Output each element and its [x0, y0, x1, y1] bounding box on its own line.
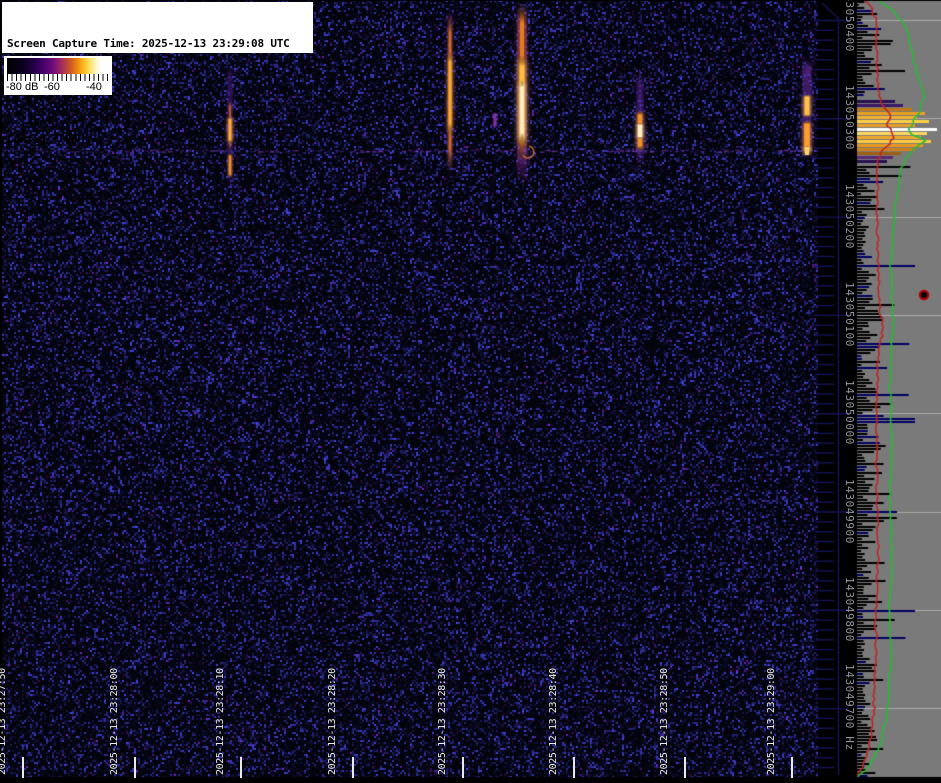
time-axis-tick [462, 757, 464, 778]
freq-axis-label: 143050400 [843, 0, 856, 53]
time-axis-label: 2025-12-13 23:27:50 [0, 668, 8, 775]
db-scale-labels: -80 dB -60 -40 [6, 81, 109, 94]
time-axis-label: 2025-12-13 23:28:50 [659, 668, 670, 775]
time-axis-tick [573, 757, 575, 778]
freq-axis-label: 143049900 [843, 479, 856, 545]
time-axis-tick [352, 757, 354, 778]
time-axis-label: 2025-12-13 23:28:10 [215, 668, 226, 775]
time-axis-tick [240, 757, 242, 778]
freq-axis-label: 143050000 [843, 380, 856, 446]
legend-label-minus40db: -40 [86, 81, 102, 93]
freq-axis-label: 143049800 [843, 577, 856, 643]
time-axis-label: 2025-12-13 23:29:00 [766, 668, 777, 775]
freq-axis-label: 143049700 Hz [843, 664, 856, 751]
time-axis-label: 2025-12-13 23:28:00 [109, 668, 120, 775]
time-axis-tick [22, 757, 24, 778]
time-axis-tick [134, 757, 136, 778]
time-axis-label: 2025-12-13 23:28:40 [548, 668, 559, 775]
legend-label-minus80db: -80 dB [6, 81, 39, 93]
time-axis-label: 2025-12-13 23:28:20 [327, 668, 338, 775]
legend-label-minus60db: -60 [44, 81, 60, 93]
capture-info-box: Screen Capture Time: 2025-12-13 23:29:08… [2, 2, 313, 146]
config-text: Config = V8 [7, 133, 78, 146]
capture-time-text: Screen Capture Time: 2025-12-13 23:29:08… [7, 37, 290, 50]
color-scale-legend: -80 dB -60 -40 [4, 56, 112, 95]
db-scale-ticks [7, 74, 108, 81]
freq-axis-label: 143050300 [843, 85, 856, 151]
time-axis-tick [684, 757, 686, 778]
time-axis-tick [791, 757, 793, 778]
freq-axis-label: 143050100 [843, 282, 856, 348]
freq-axis-label: 143050200 [843, 184, 856, 250]
db-colormap-gradient [7, 58, 108, 74]
time-axis-label: 2025-12-13 23:28:30 [437, 668, 448, 775]
spectrogram-capture-window: Screen Capture Time: 2025-12-13 23:29:08… [0, 0, 941, 783]
